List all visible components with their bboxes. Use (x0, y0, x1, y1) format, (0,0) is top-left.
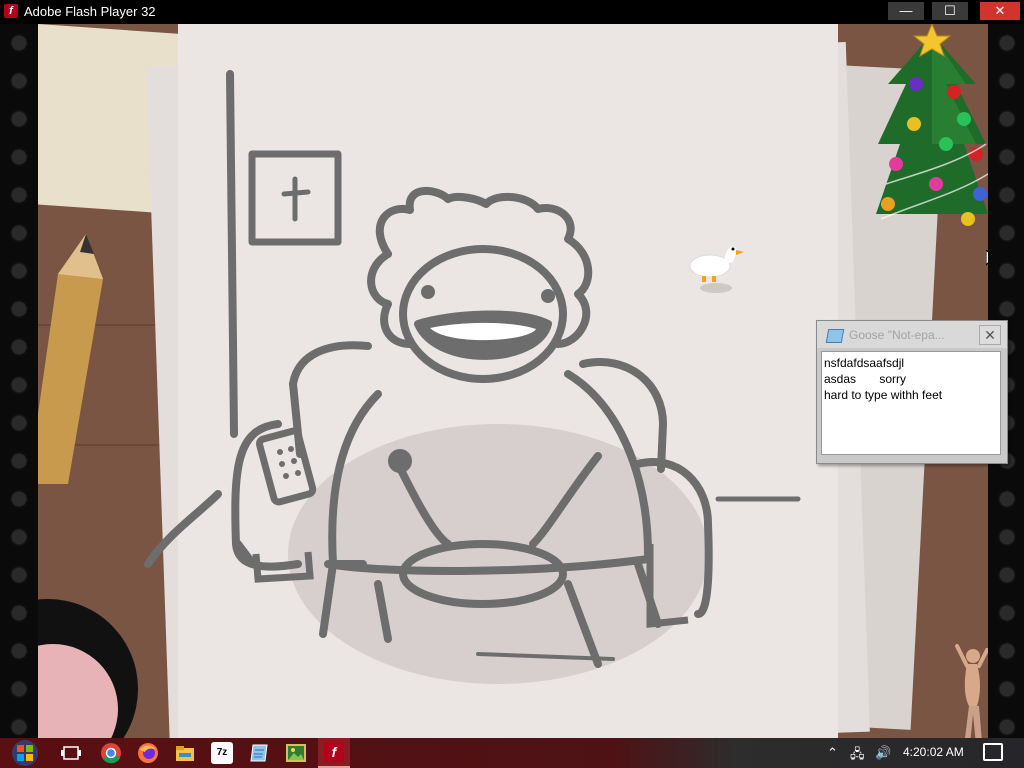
flash-player-icon: f (4, 4, 18, 18)
notepad-icon (825, 329, 845, 343)
7zip-icon[interactable]: 7z (211, 742, 233, 764)
goose-icon[interactable] (688, 242, 746, 294)
mouse-cursor-icon (986, 250, 988, 266)
task-view-icon[interactable] (60, 742, 82, 764)
close-button[interactable]: ✕ (980, 2, 1020, 20)
christmas-tree-icon (876, 24, 988, 226)
chrome-icon[interactable] (100, 742, 122, 764)
note-line: asdas sorry (824, 372, 907, 386)
note-title: Goose "Not-epa... (849, 328, 945, 342)
image-viewer-icon[interactable] (285, 742, 307, 764)
volume-icon[interactable]: 🔊 (875, 745, 891, 761)
note-title-bar[interactable]: Goose "Not-epa... ✕ (817, 321, 1007, 348)
flash-player-icon: f (324, 742, 344, 762)
action-center-icon[interactable] (983, 743, 1003, 761)
taskbar: 7z f ⌃ 🖧 🔊 4:20:02 AM (0, 738, 1024, 768)
note-close-button[interactable]: ✕ (979, 325, 1001, 345)
file-explorer-icon[interactable] (174, 742, 196, 764)
left-border-decoration (0, 24, 38, 738)
dancer-figure-icon (955, 644, 988, 738)
note-line: nsfdafdsaafsdjl (824, 356, 905, 370)
maximize-button[interactable]: ☐ (932, 2, 968, 20)
note-line: hard to type withh feet (824, 388, 943, 402)
note-text-area[interactable]: nsfdafdsaafsdjl asdas sorry hard to type… (821, 351, 1001, 455)
clock[interactable]: 4:20:02 AM (903, 745, 964, 759)
goose-note-window[interactable]: Goose "Not-epa... ✕ nsfdafdsaafsdjl asda… (816, 320, 1008, 464)
firefox-icon[interactable] (137, 742, 159, 764)
minimize-button[interactable]: — (888, 2, 924, 20)
start-button[interactable] (6, 739, 44, 767)
window-title: Adobe Flash Player 32 (24, 4, 156, 19)
notepad-icon[interactable] (248, 742, 270, 764)
tray-chevron-icon[interactable]: ⌃ (827, 745, 838, 761)
title-bar: f Adobe Flash Player 32 — ☐ ✕ (0, 0, 1024, 24)
network-icon[interactable]: 🖧 (850, 745, 865, 767)
taskbar-active-app[interactable]: f (318, 738, 350, 768)
